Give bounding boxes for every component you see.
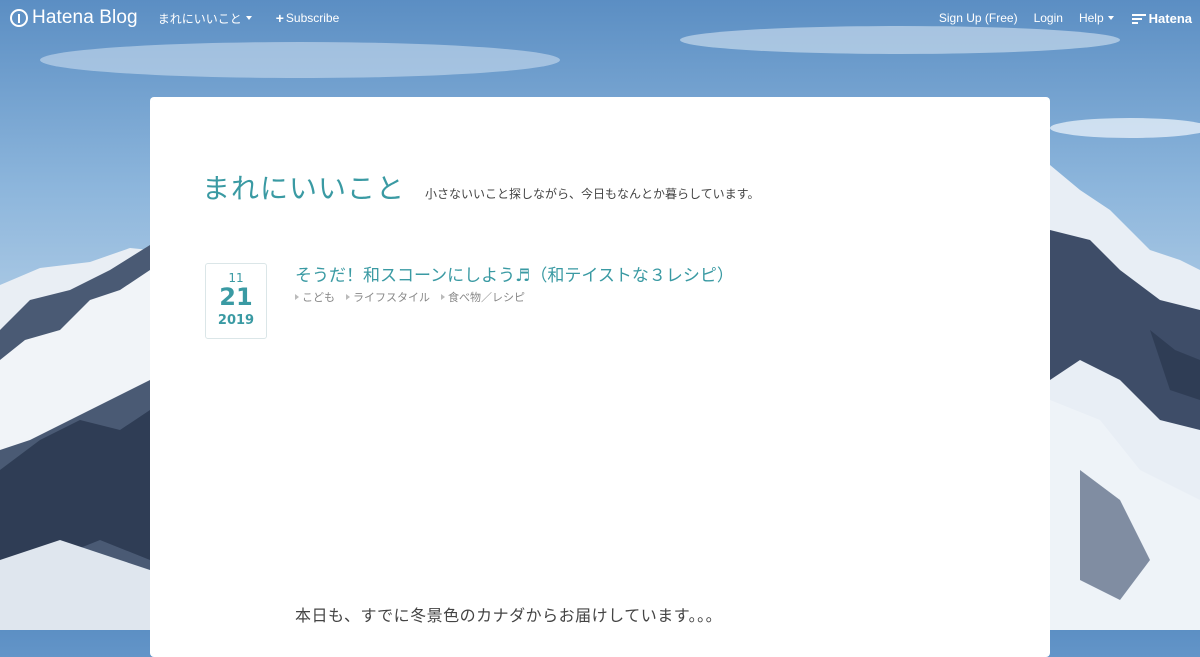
chevron-down-icon <box>1107 16 1114 20</box>
category-label: こども <box>302 291 335 304</box>
help-dropdown[interactable]: Help <box>1079 11 1114 25</box>
header-right-nav: Sign Up (Free) Login Help Hatena <box>923 11 1192 26</box>
hatena-blog-logo[interactable]: Hatena Blog <box>10 7 138 29</box>
entry-title[interactable]: そうだ！和スコーンにしよう♬（和テイストな３レシピ） <box>295 261 734 286</box>
blog-menu-label: まれにいいこと <box>157 11 242 26</box>
triangle-right-icon <box>346 294 350 300</box>
blog-description: 小さないいこと探しながら、今日もなんとか暮らしています。 <box>425 187 760 201</box>
subscribe-button[interactable]: + Subscribe <box>276 10 340 26</box>
blog-content-card: まれにいいこと 小さないいこと探しながら、今日もなんとか暮らしています。 11 … <box>150 97 1050 657</box>
subscribe-label: Subscribe <box>285 11 340 25</box>
entry-body-text: 本日も、すでに冬景色のカナダからお届けしています。。。 <box>295 606 723 625</box>
triangle-right-icon <box>441 294 445 300</box>
login-link[interactable]: Login <box>1034 11 1063 25</box>
entry-date[interactable]: 11 21 2019 <box>205 263 267 339</box>
hatena-logo[interactable]: Hatena <box>1131 10 1192 26</box>
hatena-label: Hatena <box>1148 10 1192 26</box>
hatena-blog-logo-icon <box>10 9 28 27</box>
logo-text: Hatena Blog <box>32 7 138 28</box>
category-link[interactable]: こども <box>295 289 335 305</box>
entry-categories: こども ライフスタイル 食べ物／レシピ <box>295 289 536 305</box>
signup-link[interactable]: Sign Up (Free) <box>939 11 1018 25</box>
blog-title[interactable]: まれにいいこと <box>202 167 405 207</box>
blog-header: まれにいいこと 小さないいこと探しながら、今日もなんとか暮らしています。 <box>202 167 759 207</box>
category-link[interactable]: ライフスタイル <box>346 289 430 305</box>
chevron-down-icon <box>245 16 252 20</box>
plus-icon: + <box>275 10 284 26</box>
category-label: 食べ物／レシピ <box>448 291 525 304</box>
category-label: ライフスタイル <box>353 291 430 304</box>
global-header: Hatena Blog まれにいいこと + Subscribe Sign Up … <box>0 0 1200 36</box>
help-label: Help <box>1078 11 1104 25</box>
entry-date-year: 2019 <box>217 313 255 328</box>
entry-date-day: 21 <box>219 283 253 311</box>
hatena-wave-icon <box>1131 13 1146 24</box>
category-link[interactable]: 食べ物／レシピ <box>441 289 525 305</box>
blog-menu-dropdown[interactable]: まれにいいこと <box>158 10 252 27</box>
triangle-right-icon <box>295 294 299 300</box>
